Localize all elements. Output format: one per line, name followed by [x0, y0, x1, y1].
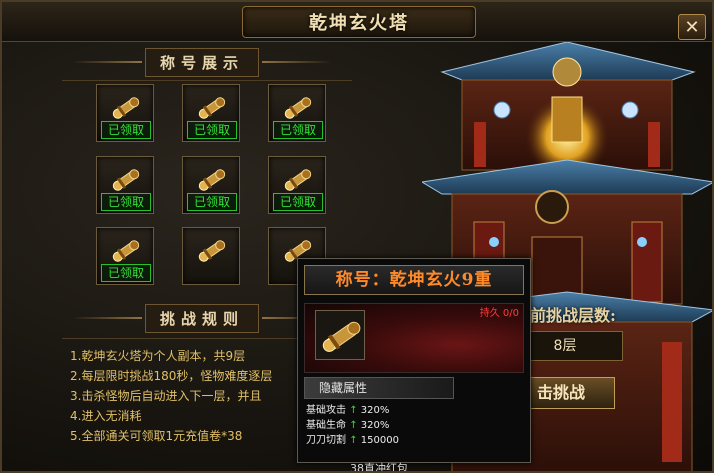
- stat-label: 刀刀切割: [306, 435, 346, 446]
- scroll-icon: [111, 165, 141, 195]
- stat-row: 刀刀切割 ↑ 150000: [306, 433, 399, 448]
- claimed-badge: 已领取: [101, 193, 151, 211]
- up-arrow-icon: ↑: [349, 405, 358, 416]
- stat-row: 基础生命 ↑ 320%: [306, 418, 399, 433]
- scroll-icon: [197, 93, 227, 123]
- claimed-badge: 已领取: [187, 121, 237, 139]
- stat-value: 320%: [360, 420, 390, 431]
- tower-window: 乾坤玄火塔 ✕ 称号展示 已领取 已领取 已领取 已领取 已领取 已领取 已领取 挑战规则 …: [0, 0, 714, 473]
- tooltip-item-panel: 持久 0/0: [304, 303, 524, 373]
- title-slot[interactable]: 已领取: [182, 84, 240, 142]
- recharge-link[interactable]: 38直冲红包: [350, 460, 408, 471]
- title-plaque: 乾坤玄火塔: [242, 6, 476, 38]
- stat-label: 基础攻击: [306, 405, 346, 416]
- durability-text: 持久 0/0: [479, 308, 519, 319]
- title-slot[interactable]: 已领取: [182, 156, 240, 214]
- tooltip-title: 称号：乾坤玄火9重: [304, 265, 524, 295]
- rules-heading-label: 挑战规则: [144, 303, 259, 333]
- title-slot[interactable]: [182, 227, 240, 285]
- title-slot[interactable]: 已领取: [96, 227, 154, 285]
- rules-section-heading: 挑战规则: [72, 303, 332, 333]
- title-slot[interactable]: 已领取: [268, 84, 326, 142]
- claimed-badge: 已领取: [101, 264, 151, 282]
- scroll-icon: [111, 93, 141, 123]
- up-arrow-icon: ↑: [349, 420, 358, 431]
- hidden-attributes-heading: 隐藏属性: [304, 377, 454, 399]
- titles-heading-label: 称号展示: [144, 47, 259, 77]
- titles-section-heading: 称号展示: [72, 47, 332, 77]
- stat-row: 基础攻击 ↑ 320%: [306, 403, 399, 418]
- window-title: 乾坤玄火塔: [309, 13, 409, 34]
- scroll-icon: [315, 310, 365, 360]
- stat-label: 基础生命: [306, 420, 346, 431]
- scroll-icon: [197, 236, 227, 266]
- title-bar: 乾坤玄火塔 ✕: [2, 2, 712, 42]
- current-floor-label: 前挑战层数:: [530, 306, 616, 325]
- claimed-badge: 已领取: [273, 193, 323, 211]
- claimed-badge: 已领取: [187, 193, 237, 211]
- up-arrow-icon: ↑: [349, 435, 358, 446]
- stat-value: 320%: [360, 405, 390, 416]
- scroll-icon: [283, 165, 313, 195]
- scroll-icon: [283, 93, 313, 123]
- scroll-icon: [111, 236, 141, 266]
- stat-value: 150000: [360, 435, 399, 446]
- title-slot[interactable]: 已领取: [96, 84, 154, 142]
- divider: [62, 80, 352, 81]
- title-slot[interactable]: 已领取: [96, 156, 154, 214]
- claimed-badge: 已领取: [101, 121, 151, 139]
- scroll-icon: [197, 165, 227, 195]
- claimed-badge: 已领取: [273, 121, 323, 139]
- item-tooltip: 称号：乾坤玄火9重 持久 0/0 隐藏属性 基础攻击 ↑ 320% 基础生命 ↑…: [297, 258, 531, 463]
- title-slot[interactable]: 已领取: [268, 156, 326, 214]
- tooltip-stats: 基础攻击 ↑ 320% 基础生命 ↑ 320% 刀刀切割 ↑ 150000: [306, 403, 399, 448]
- close-icon: ✕: [684, 16, 700, 38]
- close-button[interactable]: ✕: [678, 14, 706, 40]
